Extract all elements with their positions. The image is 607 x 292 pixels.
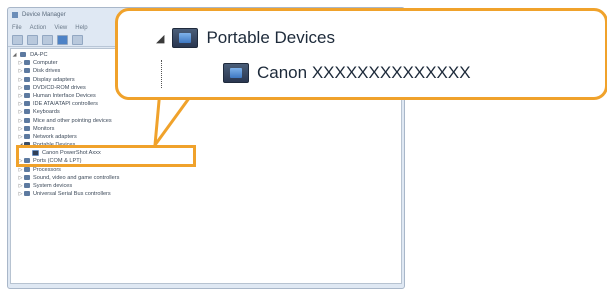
tree-category-item[interactable]: ▷ Universal Serial Bus controllers bbox=[11, 190, 401, 198]
device-category-icon bbox=[24, 183, 30, 189]
device-category-icon bbox=[24, 84, 30, 90]
expand-arrow-icon[interactable]: ▷ bbox=[17, 67, 24, 75]
device-category-icon bbox=[24, 166, 30, 172]
expand-arrow-icon[interactable]: ▷ bbox=[17, 133, 24, 141]
menu-file[interactable]: File bbox=[12, 25, 22, 31]
tree-connector-vertical bbox=[161, 60, 162, 88]
expand-arrow-icon[interactable]: ▷ bbox=[17, 182, 24, 190]
device-category-icon bbox=[24, 101, 30, 107]
device-category-icon bbox=[24, 92, 30, 98]
properties-button[interactable] bbox=[42, 34, 53, 45]
window-title: Device Manager bbox=[22, 12, 66, 18]
callout-child-label: Canon XXXXXXXXXXXXXX bbox=[257, 63, 471, 82]
tree-item-label: Processors bbox=[33, 166, 61, 173]
device-category-icon bbox=[24, 60, 30, 66]
scan-hardware-button[interactable] bbox=[72, 34, 83, 45]
device-category-icon bbox=[24, 117, 30, 123]
expand-arrow-icon[interactable]: ▷ bbox=[17, 76, 24, 84]
back-button[interactable] bbox=[12, 34, 23, 45]
tree-item-label: Network adapters bbox=[33, 133, 77, 140]
expand-arrow-icon[interactable]: ▷ bbox=[17, 174, 24, 182]
tree-item-label: Mice and other pointing devices bbox=[33, 117, 112, 124]
tree-item-label: Sound, video and game controllers bbox=[33, 174, 120, 181]
tree-item-label: IDE ATA/ATAPI controllers bbox=[33, 101, 98, 108]
menu-help[interactable]: Help bbox=[75, 25, 87, 31]
tree-item-label: Computer bbox=[33, 60, 58, 67]
device-category-icon bbox=[24, 109, 30, 115]
device-category-icon bbox=[24, 191, 30, 197]
callout-expand-arrow-icon[interactable]: ◢ bbox=[156, 32, 164, 45]
device-category-icon bbox=[24, 76, 30, 82]
computer-icon bbox=[19, 52, 26, 58]
expand-arrow-icon[interactable]: ▷ bbox=[17, 117, 24, 125]
expand-arrow-icon[interactable]: ▷ bbox=[17, 92, 24, 100]
tree-category-item[interactable]: ▷ System devices bbox=[11, 182, 401, 190]
tree-item-label: Display adapters bbox=[33, 76, 75, 83]
expand-arrow-icon[interactable]: ▷ bbox=[17, 100, 24, 108]
expand-arrow-icon[interactable]: ◢ bbox=[11, 51, 18, 59]
tree-item-label: DVD/CD-ROM drives bbox=[33, 84, 86, 91]
device-manager-icon bbox=[12, 12, 18, 18]
device-category-icon bbox=[24, 133, 30, 139]
expand-arrow-icon[interactable]: ▷ bbox=[17, 84, 24, 92]
callout-canon-row[interactable]: Canon XXXXXXXXXXXXXX bbox=[223, 63, 471, 83]
portable-device-icon bbox=[172, 28, 199, 48]
menu-action[interactable]: Action bbox=[30, 25, 47, 31]
tree-item-label: Human Interface Devices bbox=[33, 92, 96, 99]
tree-item-label: Keyboards bbox=[33, 109, 60, 116]
callout-parent-label: Portable Devices bbox=[206, 28, 335, 47]
tree-item-label: Universal Serial Bus controllers bbox=[33, 191, 111, 198]
tree-root-label: DA-PC bbox=[30, 52, 48, 58]
zoom-callout: ◢ Portable Devices Canon XXXXXXXXXXXXXX bbox=[115, 8, 607, 100]
camera-device-icon bbox=[223, 63, 249, 83]
menu-view[interactable]: View bbox=[54, 25, 67, 31]
device-category-icon bbox=[24, 174, 30, 180]
tree-category-item[interactable]: ▷ Sound, video and game controllers bbox=[11, 174, 401, 182]
forward-button[interactable] bbox=[27, 34, 38, 45]
device-category-icon bbox=[24, 68, 30, 74]
help-button[interactable] bbox=[57, 34, 68, 45]
expand-arrow-icon[interactable]: ▷ bbox=[17, 190, 24, 198]
tree-item-label: Monitors bbox=[33, 125, 55, 132]
expand-arrow-icon[interactable]: ▷ bbox=[17, 59, 24, 67]
device-category-icon bbox=[24, 125, 30, 131]
tree-item-label: System devices bbox=[33, 183, 73, 189]
expand-arrow-icon[interactable]: ▷ bbox=[17, 108, 24, 116]
expand-arrow-icon[interactable]: ▷ bbox=[17, 125, 24, 133]
callout-portable-devices-row[interactable]: ◢ Portable Devices bbox=[156, 28, 335, 48]
tree-item-label: Disk drives bbox=[33, 68, 61, 75]
